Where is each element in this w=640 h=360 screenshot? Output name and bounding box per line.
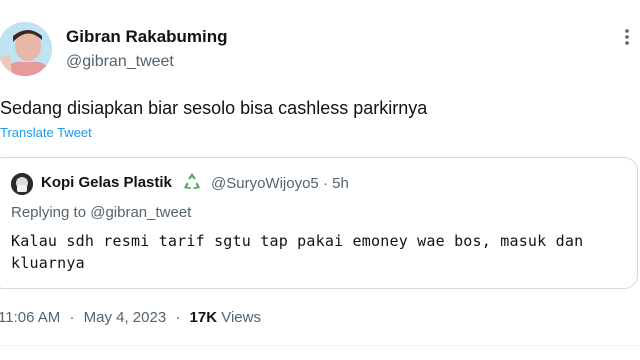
- author-name[interactable]: Gibran Rakabuming: [66, 27, 228, 47]
- more-options-icon[interactable]: [620, 28, 634, 46]
- author-avatar[interactable]: [0, 22, 52, 76]
- views-count: 17K: [189, 309, 218, 326]
- footer-separator: ·: [69, 309, 75, 326]
- quote-replying-to: Replying to @gibran_tweet: [11, 204, 191, 221]
- meta-separator: ·: [322, 175, 328, 192]
- avatar-image: [0, 22, 52, 76]
- quote-author-handle: @SuryoWijoyo5: [211, 175, 319, 192]
- replying-label: Replying to: [11, 204, 87, 221]
- quote-meta: @SuryoWijoyo5 · 5h: [211, 175, 349, 192]
- translate-tweet-link[interactable]: Translate Tweet: [0, 125, 92, 140]
- quote-author-name: Kopi Gelas Plastik: [41, 174, 172, 191]
- tweet-footer: 11:06 AM · May 4, 2023 · 17K Views: [0, 309, 261, 326]
- replying-handle: @gibran_tweet: [90, 204, 192, 221]
- author-handle[interactable]: @gibran_tweet: [66, 53, 174, 71]
- quote-author-avatar: [11, 173, 33, 195]
- quote-text: Kalau sdh resmi tarif sgtu tap pakai emo…: [11, 232, 584, 272]
- views-label: Views: [221, 309, 261, 326]
- quoted-tweet[interactable]: Kopi Gelas Plastik @SuryoWijoyo5 · 5h Re…: [0, 157, 638, 289]
- divider: [0, 345, 640, 346]
- tweet-date[interactable]: May 4, 2023: [84, 309, 167, 326]
- tweet-text: Sedang disiapkan biar sesolo bisa cashle…: [0, 98, 428, 118]
- tweet-time[interactable]: 11:06 AM: [0, 309, 60, 326]
- recycle-icon: [181, 171, 203, 193]
- quote-time: 5h: [332, 175, 349, 192]
- footer-separator: ·: [175, 309, 181, 326]
